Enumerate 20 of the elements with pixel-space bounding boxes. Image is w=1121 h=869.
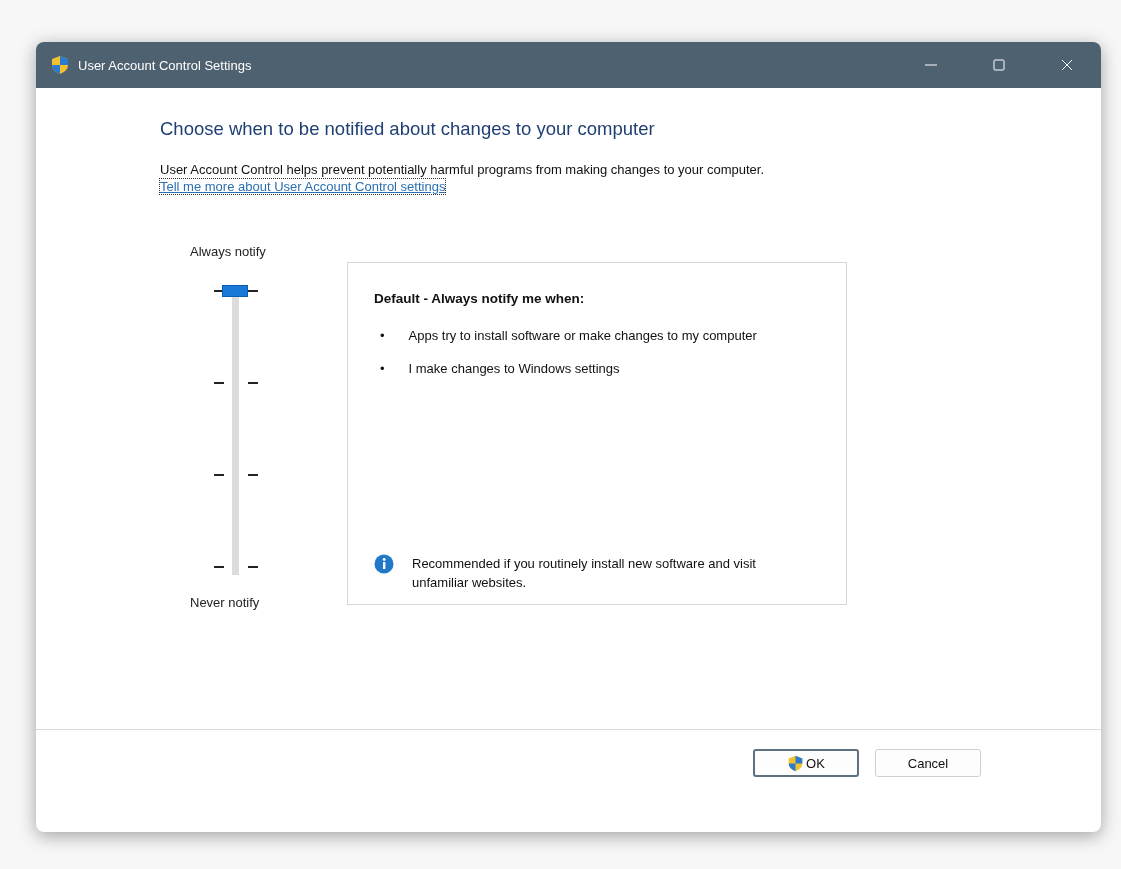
bullet-item: Apps try to install software or make changes to my computer — [408, 327, 758, 345]
help-link[interactable]: Tell me more about User Account Control settings — [160, 179, 446, 194]
shield-icon — [50, 55, 70, 75]
info-title: Default - Always notify me when: — [374, 291, 586, 306]
slider-thumb[interactable] — [222, 285, 248, 297]
window-title: User Account Control Settings — [78, 57, 253, 73]
bullet-marker: • — [380, 327, 385, 345]
slider-bottom-label: Never notify — [190, 595, 260, 610]
recommendation-text: Recommended if you routinely install new software and visit unfamiliar websites. — [412, 555, 757, 592]
ok-button[interactable]: OK — [753, 749, 859, 777]
cancel-button[interactable]: Cancel — [875, 749, 981, 777]
page-heading: Choose when to be notified about changes to your computer — [160, 118, 656, 140]
bullet-marker: • — [380, 360, 385, 378]
shield-icon — [787, 754, 805, 772]
info-icon — [374, 554, 394, 574]
slider-top-label: Always notify — [190, 244, 266, 259]
bullet-item: I make changes to Windows settings — [408, 360, 621, 378]
maximize-icon — [993, 59, 1005, 71]
close-icon — [1061, 59, 1073, 71]
description-text: User Account Control helps prevent potentially harmful programs from making changes to your computer. — [160, 162, 766, 177]
